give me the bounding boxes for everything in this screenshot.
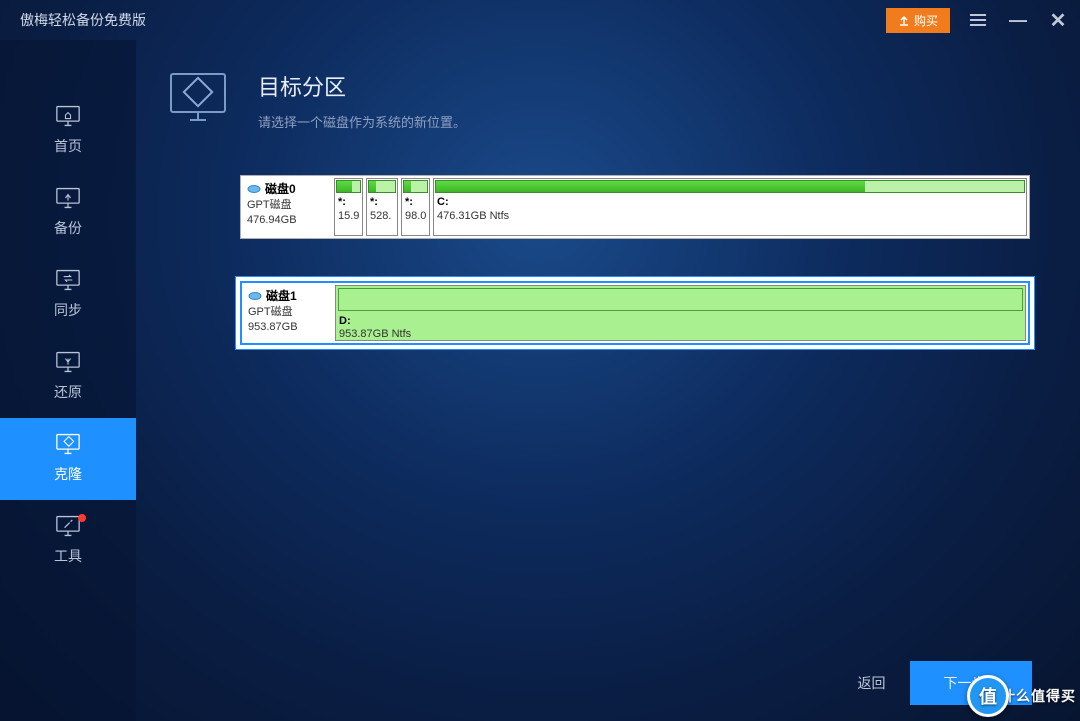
disk-size: 953.87GB <box>248 320 328 335</box>
disk-size: 476.94GB <box>247 213 327 228</box>
sidebar-item-restore[interactable]: 还原 <box>0 336 136 418</box>
close-button[interactable]: ✕ <box>1046 8 1070 33</box>
sidebar-item-tools[interactable]: 工具 <box>0 500 136 582</box>
monitor-clone-icon <box>54 432 82 456</box>
disk-row-0[interactable]: 磁盘0 GPT磁盘 476.94GB *:15.9 *:528. <box>240 175 1030 239</box>
sidebar-item-label: 克隆 <box>54 464 82 484</box>
partition[interactable]: D:953.87GB Ntfs <box>335 285 1026 341</box>
partition[interactable]: *:98.0 <box>401 178 430 236</box>
sidebar-item-backup[interactable]: 备份 <box>0 172 136 254</box>
notification-dot-icon <box>78 514 86 522</box>
partition-header-icon <box>166 70 234 126</box>
sidebar-item-label: 同步 <box>54 300 82 320</box>
monitor-restore-icon <box>54 350 82 374</box>
disk-row-1[interactable]: 磁盘1 GPT磁盘 953.87GB D:953.87GB Ntfs <box>240 281 1030 345</box>
page-header: 目标分区 请选择一个磁盘作为系统的新位置。 <box>166 70 1030 131</box>
disk-icon <box>248 291 262 301</box>
page-title: 目标分区 <box>258 70 466 102</box>
titlebar-controls: 购买 — ✕ <box>886 8 1070 33</box>
partition[interactable]: *:528. <box>366 178 398 236</box>
partition[interactable]: C:476.31GB Ntfs <box>433 178 1027 236</box>
disk-type: GPT磁盘 <box>248 305 328 320</box>
titlebar: 傲梅轻松备份免费版 购买 — ✕ <box>0 0 1080 40</box>
disk-info: 磁盘0 GPT磁盘 476.94GB <box>243 178 331 236</box>
buy-label: 购买 <box>914 12 938 29</box>
disk-name: 磁盘1 <box>266 288 297 305</box>
sidebar-item-label: 还原 <box>54 382 82 402</box>
sidebar-item-label: 首页 <box>54 136 82 156</box>
back-button[interactable]: 返回 <box>858 673 886 693</box>
monitor-backup-icon <box>54 186 82 210</box>
sidebar: 首页 备份 同步 还原 克隆 工具 <box>0 40 136 721</box>
app-title: 傲梅轻松备份免费版 <box>20 10 886 30</box>
partition[interactable]: *:15.9 <box>334 178 363 236</box>
sidebar-item-label: 备份 <box>54 218 82 238</box>
menu-icon[interactable] <box>966 10 990 30</box>
sidebar-item-clone[interactable]: 克隆 <box>0 418 136 500</box>
minimize-button[interactable]: — <box>1006 10 1030 31</box>
sidebar-item-sync[interactable]: 同步 <box>0 254 136 336</box>
watermark-text: 什么值得买 <box>1001 686 1076 706</box>
monitor-sync-icon <box>54 268 82 292</box>
main-panel: 目标分区 请选择一个磁盘作为系统的新位置。 磁盘0 GPT磁盘 476.94GB <box>136 40 1080 721</box>
disk-name: 磁盘0 <box>265 181 296 198</box>
disk-icon <box>247 184 261 194</box>
watermark: 值 什么值得买 <box>967 675 1076 717</box>
monitor-home-icon <box>54 104 82 128</box>
watermark-badge-icon: 值 <box>967 675 1009 717</box>
sidebar-item-home[interactable]: 首页 <box>0 90 136 172</box>
upload-icon <box>898 14 910 26</box>
disk-info: 磁盘1 GPT磁盘 953.87GB <box>244 285 332 341</box>
buy-button[interactable]: 购买 <box>886 8 950 33</box>
disk-type: GPT磁盘 <box>247 198 327 213</box>
page-subtitle: 请选择一个磁盘作为系统的新位置。 <box>258 112 466 131</box>
app-window: 傲梅轻松备份免费版 购买 — ✕ 首页 备份 <box>0 0 1080 721</box>
app-body: 首页 备份 同步 还原 克隆 工具 <box>0 40 1080 721</box>
disk-list: 磁盘0 GPT磁盘 476.94GB *:15.9 *:528. <box>166 175 1030 345</box>
header-text: 目标分区 请选择一个磁盘作为系统的新位置。 <box>258 70 466 131</box>
sidebar-item-label: 工具 <box>54 546 82 566</box>
